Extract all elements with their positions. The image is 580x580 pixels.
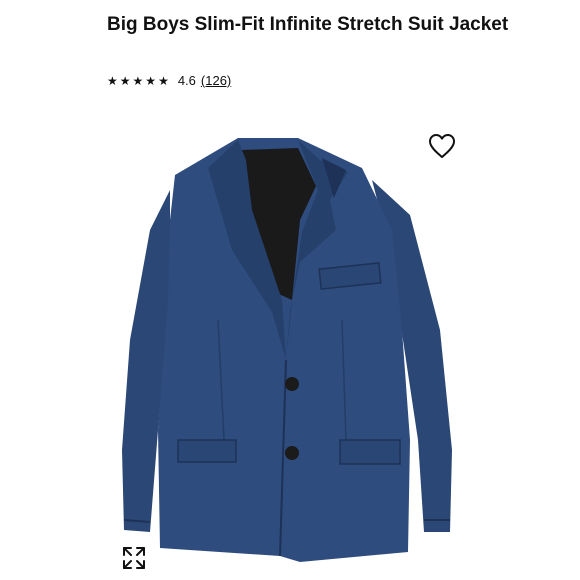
reviews-count-link[interactable]: (126) — [201, 73, 231, 88]
heart-outline-icon[interactable] — [428, 133, 456, 159]
rating-value: 4.6 — [177, 73, 196, 88]
star-icon: ★ — [158, 73, 169, 88]
product-image — [122, 138, 452, 562]
star-icon: ★ — [119, 73, 131, 88]
star-icon: ★ — [107, 73, 118, 88]
product-page: Big Boys Slim-Fit Infinite Stretch Suit … — [0, 0, 580, 580]
star-icon: ★ — [132, 73, 144, 88]
product-title: Big Boys Slim-Fit Infinite Stretch Suit … — [107, 14, 509, 35]
expand-arrows-icon[interactable] — [121, 545, 147, 571]
star-icon: ★ — [145, 73, 157, 88]
product-rating: ★ ★ ★ ★ ★ 4.6 (126) — [107, 73, 231, 88]
rating-stars: ★ ★ ★ ★ ★ — [107, 74, 169, 88]
